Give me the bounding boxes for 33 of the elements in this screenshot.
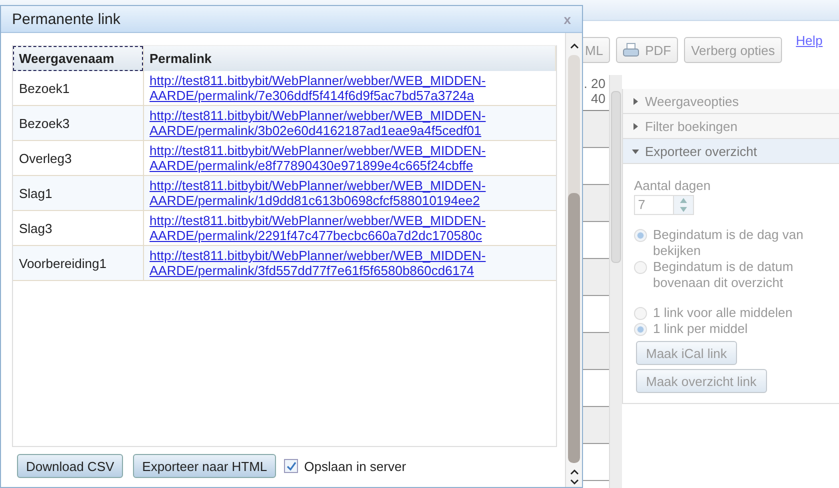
chevron-up-icon[interactable] bbox=[570, 469, 578, 475]
printer-icon bbox=[623, 43, 640, 57]
scrollbar[interactable] bbox=[609, 75, 622, 488]
triangle-icon bbox=[632, 98, 639, 104]
column-header[interactable]: Weergavenaam bbox=[13, 46, 143, 71]
chevron-up-icon[interactable] bbox=[570, 43, 578, 49]
chevron-down-icon[interactable] bbox=[570, 479, 578, 485]
table-cell: Voorbereiding1 bbox=[13, 246, 143, 280]
radio-label: 1 link voor alle middelen bbox=[653, 305, 792, 321]
dialog-button[interactable]: Download CSV bbox=[17, 454, 124, 478]
dialog-title: Permanente link bbox=[12, 10, 120, 28]
toolbar-button[interactable]: Verberg opties bbox=[684, 37, 782, 63]
column-header: 40 bbox=[591, 91, 606, 106]
permalink-link[interactable]: http://test811.bitbybit/WebPlanner/webber/WEB_MIDDEN-AARDE/permalink/e8f77890430e971899e4c665f24cbffe bbox=[150, 143, 550, 173]
column-header[interactable]: Permalink bbox=[143, 46, 556, 71]
permalink-link[interactable]: http://test811.bitbybit/WebPlanner/webber/WEB_MIDDEN-AARDE/permalink/7e306ddf5f414f6d9f5ac7bd57a3724a bbox=[150, 73, 550, 103]
radio-label: Begindatum is de datum bovenaan dit overzicht bbox=[653, 259, 794, 291]
scrollbar[interactable] bbox=[565, 33, 582, 487]
triangle-icon bbox=[632, 122, 639, 130]
table-cell: Slag1 bbox=[13, 176, 143, 210]
close-button[interactable]: x bbox=[560, 12, 574, 26]
radio-label: 1 link per middel bbox=[653, 321, 748, 337]
days-label: Aantal dagen bbox=[634, 178, 712, 193]
permalink-link[interactable]: http://test811.bitbybit/WebPlanner/webber/WEB_MIDDEN-AARDE/permalink/2291f47c477becbc660a7d2dc170580c bbox=[150, 213, 550, 243]
help-link[interactable]: Help bbox=[796, 33, 823, 48]
checkbox[interactable] bbox=[284, 459, 298, 473]
column-header: . 20 bbox=[584, 76, 606, 91]
pdf-button[interactable]: PDF bbox=[616, 37, 678, 63]
checkbox-label: Opslaan in server bbox=[304, 458, 406, 474]
triangle-icon bbox=[632, 148, 639, 154]
radio-label: Begindatum is de dag van bekijken bbox=[653, 227, 804, 259]
dialog-button[interactable]: Exporteer naar HTML bbox=[133, 454, 276, 478]
table-cell: Bezoek3 bbox=[13, 106, 143, 140]
